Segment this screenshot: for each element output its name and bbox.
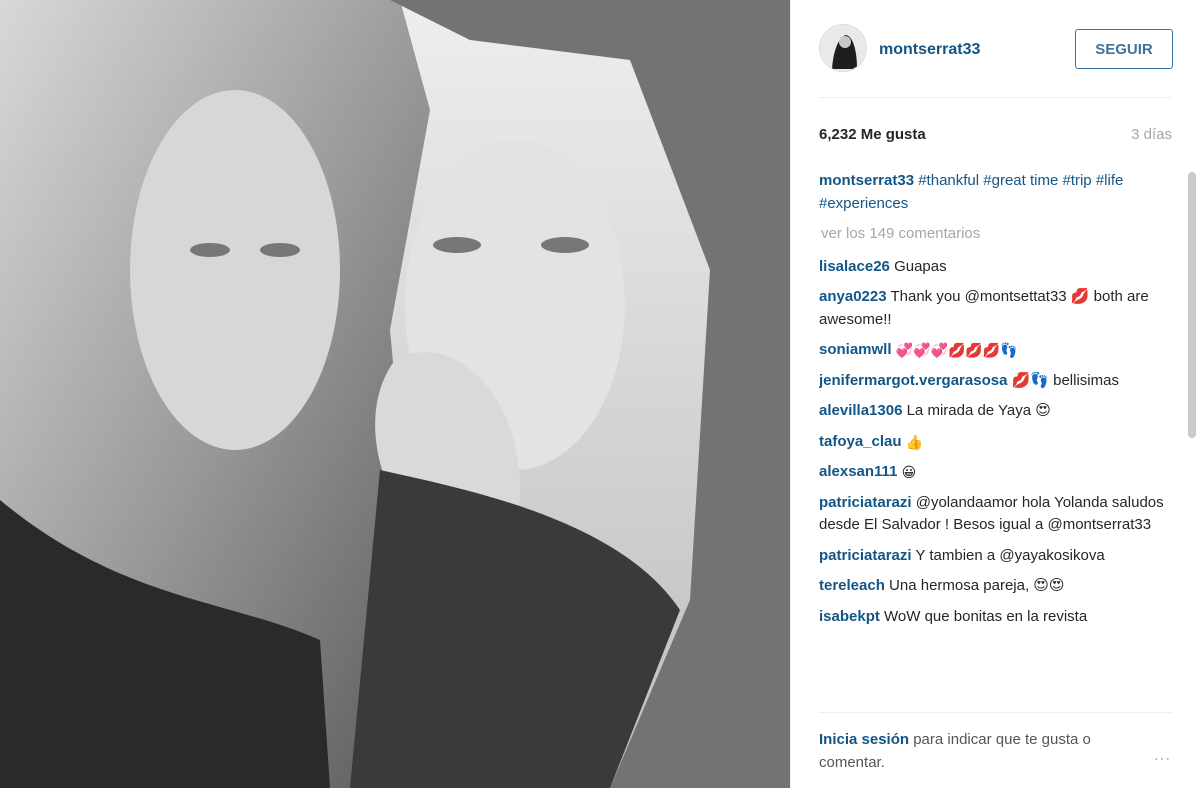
comment-item: patriciatarazi @yolandaamor hola Yolanda… bbox=[819, 492, 1169, 537]
comment-text: WoW que bonitas en la revista bbox=[884, 607, 1088, 625]
comment-username[interactable]: patriciatarazi bbox=[819, 494, 912, 511]
comment-item: jenifermargot.vergarasosa 💋👣 bellisimas bbox=[819, 370, 1169, 393]
comment-item: lisalace26 Guapas bbox=[819, 256, 1169, 279]
avatar[interactable] bbox=[819, 24, 867, 72]
footer-divider bbox=[819, 712, 1172, 713]
comment-username[interactable]: soniamwll bbox=[819, 341, 892, 358]
comment-username[interactable]: alevilla1306 bbox=[819, 402, 902, 419]
instagram-post-view: montserrat33 SEGUIR 6,232 Me gusta 3 día… bbox=[0, 0, 1200, 788]
comment-username[interactable]: isabekpt bbox=[819, 608, 880, 625]
comment-username[interactable]: tafoya_clau bbox=[819, 433, 902, 450]
more-options-icon[interactable]: … bbox=[1153, 744, 1172, 765]
caption-username[interactable]: montserrat33 bbox=[819, 172, 914, 189]
comment-item: anya0223 Thank you @montsettat33 💋 both … bbox=[819, 286, 1169, 331]
post-timestamp[interactable]: 3 días bbox=[1131, 126, 1172, 143]
comment-username[interactable]: alexsan111 bbox=[819, 463, 897, 480]
comment-item: patriciatarazi Y tambien a @yayakosikova bbox=[819, 545, 1169, 568]
comment-item: tafoya_clau 👍 bbox=[819, 431, 1169, 454]
likes-count[interactable]: 6,232 Me gusta bbox=[819, 126, 926, 143]
comment-item: tereleach Una hermosa pareja, 😍😍 bbox=[819, 575, 1169, 598]
post-side-panel: montserrat33 SEGUIR 6,232 Me gusta 3 día… bbox=[790, 0, 1200, 788]
comments-list[interactable]: montserrat33 #thankful #great time #trip… bbox=[819, 170, 1169, 710]
avatar-image bbox=[820, 25, 866, 71]
comment-text: La mirada de Yaya 😍 bbox=[906, 402, 1051, 419]
comment-item: alevilla1306 La mirada de Yaya 😍 bbox=[819, 400, 1169, 423]
post-photo-image bbox=[0, 0, 790, 788]
comment-item: isabekpt WoW que bonitas en la revista bbox=[819, 606, 1169, 629]
login-prompt: Inicia sesión para indicar que te gusta … bbox=[819, 728, 1129, 774]
post-author-username[interactable]: montserrat33 bbox=[879, 41, 980, 59]
comment-username[interactable]: patriciatarazi bbox=[819, 547, 912, 564]
comment-text: 😀 bbox=[901, 464, 917, 480]
comments-scrollbar[interactable] bbox=[1188, 172, 1196, 438]
comment-username[interactable]: anya0223 bbox=[819, 288, 887, 305]
comment-text: 👍 bbox=[905, 433, 924, 450]
view-all-comments-link[interactable]: ver los 149 comentarios bbox=[821, 223, 1169, 246]
comment-username[interactable]: lisalace26 bbox=[819, 258, 890, 275]
comment-text: Guapas bbox=[894, 257, 947, 275]
comment-text: Una hermosa pareja, 😍😍 bbox=[889, 577, 1065, 594]
comment-username[interactable]: tereleach bbox=[819, 577, 885, 594]
comment-text: 💞💞💞💋💋💋👣 bbox=[895, 342, 1018, 358]
header-divider bbox=[819, 97, 1172, 98]
caption: montserrat33 #thankful #great time #trip… bbox=[819, 170, 1169, 215]
login-link[interactable]: Inicia sesión bbox=[819, 731, 909, 748]
comment-text: 💋👣 bellisimas bbox=[1011, 371, 1119, 389]
comment-item: alexsan111 😀 bbox=[819, 461, 1169, 484]
comment-text: Y tambien a @yayakosikova bbox=[915, 546, 1105, 564]
post-photo[interactable] bbox=[0, 0, 790, 788]
comment-username[interactable]: jenifermargot.vergarasosa bbox=[819, 372, 1007, 389]
follow-button[interactable]: SEGUIR bbox=[1075, 29, 1173, 69]
comment-item: soniamwll 💞💞💞💋💋💋👣 bbox=[819, 339, 1169, 362]
